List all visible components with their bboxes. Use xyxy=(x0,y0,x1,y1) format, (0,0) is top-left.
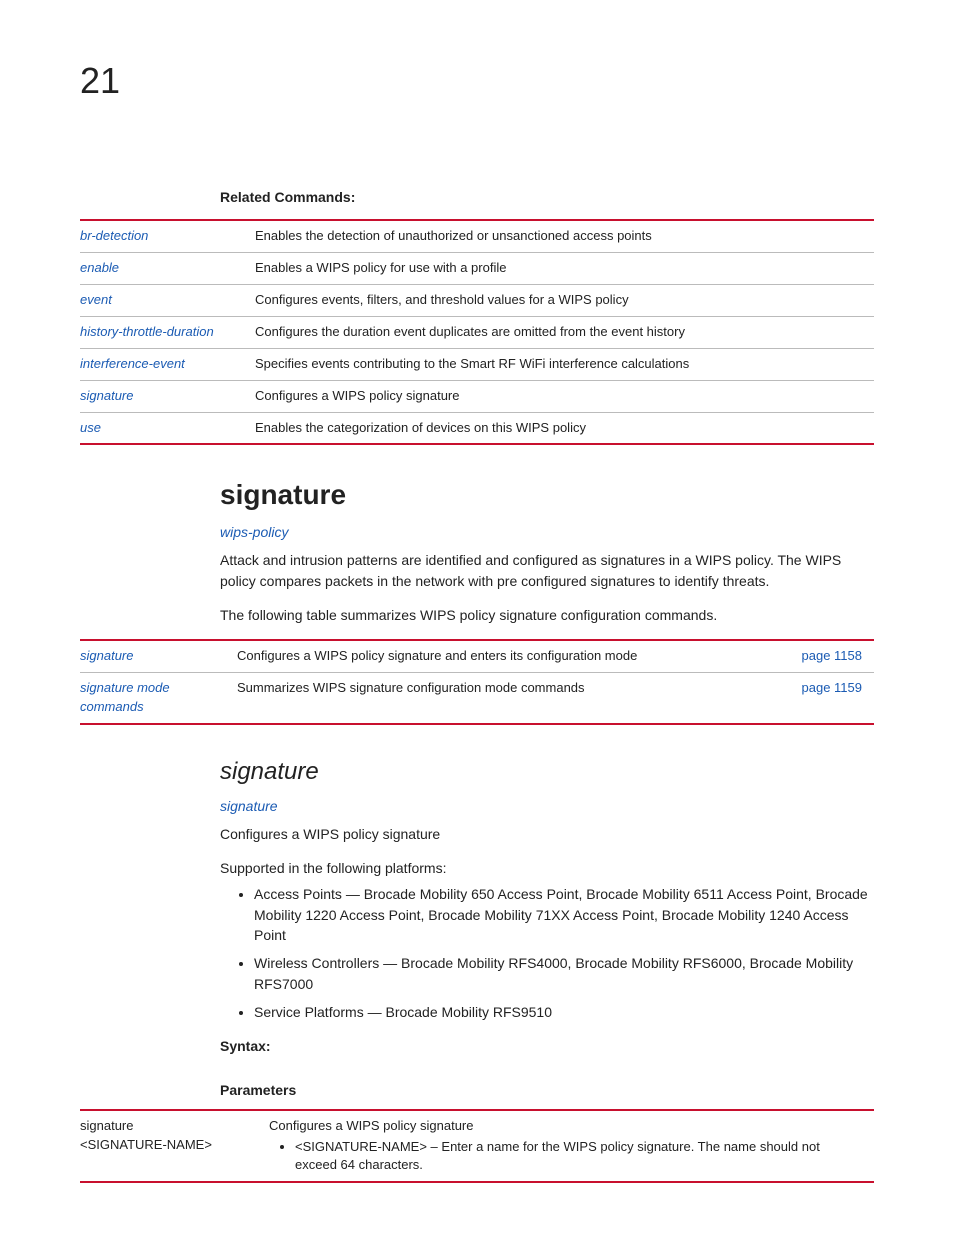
wips-policy-link[interactable]: wips-policy xyxy=(220,522,874,542)
table-row: history-throttle-duration Configures the … xyxy=(80,317,874,349)
param-name-2: <SIGNATURE-NAME> xyxy=(80,1136,255,1155)
param-name-1: signature xyxy=(80,1117,255,1136)
list-item: Wireless Controllers — Brocade Mobility … xyxy=(254,953,874,994)
command-link[interactable]: use xyxy=(80,420,101,435)
command-desc: Configures the duration event duplicates… xyxy=(255,317,874,349)
table-row: signature mode commands Summarizes WIPS s… xyxy=(80,673,874,724)
command-link[interactable]: br-detection xyxy=(80,228,148,243)
param-bullet: <SIGNATURE-NAME> – Enter a name for the … xyxy=(295,1138,860,1176)
list-item: Access Points — Brocade Mobility 650 Acc… xyxy=(254,884,874,945)
command-desc: Enables the categorization of devices on… xyxy=(255,412,874,444)
signature-parent-link[interactable]: signature xyxy=(220,796,874,816)
signature-intro: Attack and intrusion patterns are identi… xyxy=(220,550,874,591)
table-row: use Enables the categorization of devices… xyxy=(80,412,874,444)
command-link[interactable]: history-throttle-duration xyxy=(80,324,214,339)
list-item: Service Platforms — Brocade Mobility RFS… xyxy=(254,1002,874,1022)
command-link[interactable]: signature xyxy=(80,388,133,403)
command-desc: Enables the detection of unauthorized or… xyxy=(255,220,874,252)
command-link[interactable]: event xyxy=(80,292,112,307)
command-link[interactable]: signature xyxy=(80,648,133,663)
command-desc: Configures a WIPS policy signature xyxy=(255,380,874,412)
signature-table-intro: The following table summarizes WIPS poli… xyxy=(220,605,874,625)
syntax-label: Syntax: xyxy=(220,1036,874,1056)
signature-desc: Configures a WIPS policy signature xyxy=(220,824,874,844)
signature-heading: signature xyxy=(220,475,874,516)
chapter-number: 21 xyxy=(80,55,874,107)
command-link[interactable]: interference-event xyxy=(80,356,185,371)
command-link[interactable]: signature mode commands xyxy=(80,680,170,714)
command-desc: Summarizes WIPS signature configuration … xyxy=(237,673,792,724)
table-row: event Configures events, filters, and thr… xyxy=(80,285,874,317)
table-row: enable Enables a WIPS policy for use with… xyxy=(80,253,874,285)
related-commands-heading: Related Commands: xyxy=(220,187,874,207)
page-link[interactable]: page 1159 xyxy=(792,673,874,724)
signature-subheading: signature xyxy=(220,755,874,790)
command-desc: Enables a WIPS policy for use with a pro… xyxy=(255,253,874,285)
table-row: signature Configures a WIPS policy signat… xyxy=(80,640,874,672)
page-link[interactable]: page 1158 xyxy=(792,640,874,672)
command-link[interactable]: enable xyxy=(80,260,119,275)
parameters-label: Parameters xyxy=(220,1080,874,1100)
param-desc: Configures a WIPS policy signature xyxy=(269,1117,860,1136)
table-row: br-detection Enables the detection of una… xyxy=(80,220,874,252)
command-desc: Configures a WIPS policy signature and e… xyxy=(237,640,792,672)
table-row: signature Configures a WIPS policy signat… xyxy=(80,380,874,412)
signature-commands-table: signature Configures a WIPS policy signat… xyxy=(80,639,874,725)
command-desc: Specifies events contributing to the Sma… xyxy=(255,348,874,380)
table-row: interference-event Specifies events contr… xyxy=(80,348,874,380)
platform-list: Access Points — Brocade Mobility 650 Acc… xyxy=(220,884,874,1022)
command-desc: Configures events, filters, and threshol… xyxy=(255,285,874,317)
supported-platforms-label: Supported in the following platforms: xyxy=(220,858,874,878)
parameters-table: signature <SIGNATURE-NAME> Configures a … xyxy=(80,1109,874,1184)
related-commands-table: br-detection Enables the detection of una… xyxy=(80,219,874,445)
